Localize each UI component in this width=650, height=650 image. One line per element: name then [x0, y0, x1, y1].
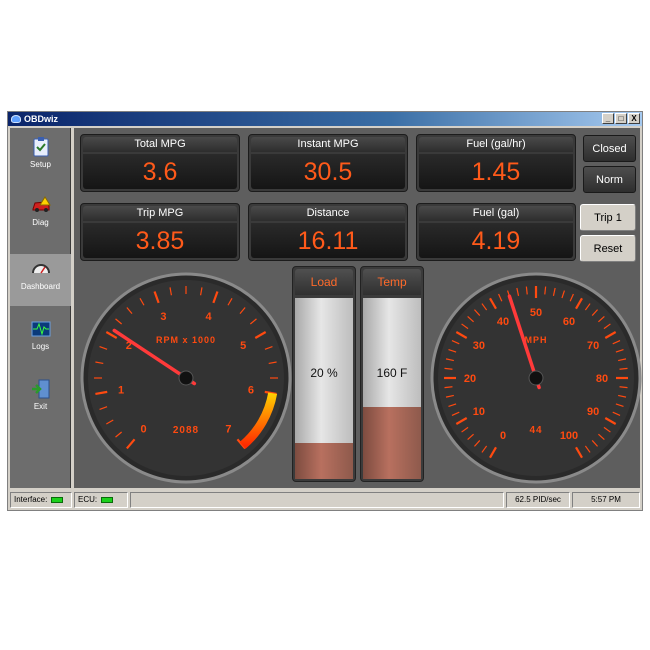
gauge-icon	[31, 264, 50, 274]
interface-status: Interface:	[10, 492, 72, 508]
needle-hub	[178, 370, 194, 386]
instant-mpg-tile: Instant MPG 30.5	[248, 134, 408, 192]
sidebar: Setup Diag Dashboard Logs Exit	[10, 128, 71, 488]
fuel-rate-tile: Fuel (gal/hr) 1.45	[416, 134, 576, 192]
total-mpg-tile: Total MPG 3.6	[80, 134, 240, 192]
rpm-gauge: 0123 4567RPM x 10002088	[80, 272, 292, 484]
sidebar-item-exit[interactable]: Exit	[10, 374, 71, 426]
tile-label: Distance	[251, 206, 405, 221]
load-bar: Load 20 %	[292, 266, 356, 482]
gauge-tick-label: 50	[530, 307, 542, 319]
window-title: OBDwiz	[24, 114, 59, 124]
tile-value: 16.11	[251, 223, 405, 258]
sidebar-item-label: Diag	[32, 218, 49, 227]
sidebar-item-label: Logs	[31, 342, 50, 351]
minimize-button[interactable]: _	[602, 113, 614, 124]
sidebar-item-label: Setup	[30, 160, 51, 169]
sidebar-item-label: Dashboard	[20, 282, 61, 291]
gauge-tick-label: 70	[587, 340, 599, 352]
gauge-tick-label: 40	[497, 316, 509, 328]
car-warning-icon	[32, 196, 51, 212]
interface-label: Interface:	[14, 495, 48, 504]
gauge-tick	[619, 367, 628, 370]
gauge-tick-label: 0	[500, 430, 506, 442]
bar-label: Temp	[363, 269, 421, 295]
tile-value: 30.5	[251, 154, 405, 189]
gauge-tick-label: 0	[141, 424, 147, 436]
gauge-tick-label: 10	[473, 406, 485, 418]
tile-label: Instant MPG	[251, 137, 405, 152]
gauge-tick-label: 6	[248, 384, 254, 396]
temp-bar: Temp 160 F	[360, 266, 424, 482]
tile-value: 3.85	[83, 223, 237, 258]
closed-button[interactable]: Closed	[583, 135, 636, 162]
norm-button[interactable]: Norm	[583, 166, 636, 193]
gauge-tick	[525, 286, 528, 295]
gauge-tick	[444, 386, 453, 389]
gauge-label: RPM x 1000	[156, 335, 216, 345]
interface-led-icon	[51, 496, 64, 503]
bar-label: Load	[295, 269, 353, 295]
load-bar-fill	[295, 442, 353, 479]
gauge-tick	[619, 386, 628, 389]
obdwiz-window: OBDwiz _ □ X Setup Diag Dashboard Logs E…	[7, 111, 643, 511]
title-bar: OBDwiz _ □ X	[8, 112, 642, 126]
tile-value: 3.6	[83, 154, 237, 189]
gauge-tick-label: 4	[206, 311, 213, 323]
gauge-tick-label: 1	[118, 384, 124, 396]
dashboard-panel: Total MPG 3.6 Instant MPG 30.5 Fuel (gal…	[74, 128, 642, 488]
tile-label: Trip MPG	[83, 206, 237, 221]
tile-value: 1.45	[419, 154, 573, 189]
status-bar: Interface: ECU: 62.5 PID/sec 5:57 PM	[8, 490, 642, 510]
tile-label: Fuel (gal/hr)	[419, 137, 573, 152]
load-value: 20 %	[310, 366, 338, 380]
gauge-tick-label: 90	[587, 406, 599, 418]
distance-tile: Distance 16.11	[248, 203, 408, 261]
pid-rate: 62.5 PID/sec	[506, 492, 570, 508]
gauge-readout: 2088	[173, 425, 199, 436]
gauge-tick-label: 5	[240, 340, 246, 352]
clock: 5:57 PM	[572, 492, 640, 508]
sidebar-item-dashboard[interactable]: Dashboard	[10, 254, 71, 306]
sidebar-item-label: Exit	[33, 402, 48, 411]
gauge-tick	[544, 286, 547, 295]
gauge-readout: 44	[529, 425, 542, 436]
needle-hub	[528, 370, 544, 386]
gauge-tick-label: 7	[225, 424, 231, 436]
sidebar-item-diag[interactable]: Diag	[10, 190, 71, 242]
close-button[interactable]: X	[628, 113, 640, 124]
clipboard-check-icon	[33, 137, 48, 157]
temp-value: 160 F	[376, 366, 408, 380]
waveform-icon	[31, 321, 50, 337]
app-logo-icon	[11, 115, 21, 123]
temp-bar-fill	[363, 406, 421, 479]
sidebar-item-logs[interactable]: Logs	[10, 314, 71, 366]
reset-button[interactable]: Reset	[580, 235, 636, 262]
trip-button[interactable]: Trip 1	[580, 204, 636, 231]
gauge-tick-label: 30	[473, 340, 485, 352]
ecu-led-icon	[101, 496, 114, 503]
speed-gauge: 0 10 20 30 40 50 60 70 80 90 100 MPH 44	[430, 272, 642, 484]
tile-value: 4.19	[419, 223, 573, 258]
tile-label: Fuel (gal)	[419, 206, 573, 221]
trip-mpg-tile: Trip MPG 3.85	[80, 203, 240, 261]
gauge-tick-label: 80	[596, 373, 608, 385]
fuel-used-tile: Fuel (gal) 4.19	[416, 203, 576, 261]
sidebar-item-setup[interactable]: Setup	[10, 132, 71, 184]
exit-door-icon	[31, 379, 49, 399]
gauge-tick-label: 20	[464, 373, 476, 385]
gauge-tick	[444, 367, 453, 370]
gauge-label: MPH	[525, 335, 548, 345]
gauge-tick-label: 100	[560, 430, 578, 442]
tile-label: Total MPG	[83, 137, 237, 152]
gauge-tick-label: 3	[160, 311, 166, 323]
ecu-status: ECU:	[74, 492, 128, 508]
status-message	[130, 492, 504, 508]
ecu-label: ECU:	[78, 495, 98, 504]
gauge-tick-label: 60	[563, 316, 575, 328]
maximize-button[interactable]: □	[615, 113, 627, 124]
